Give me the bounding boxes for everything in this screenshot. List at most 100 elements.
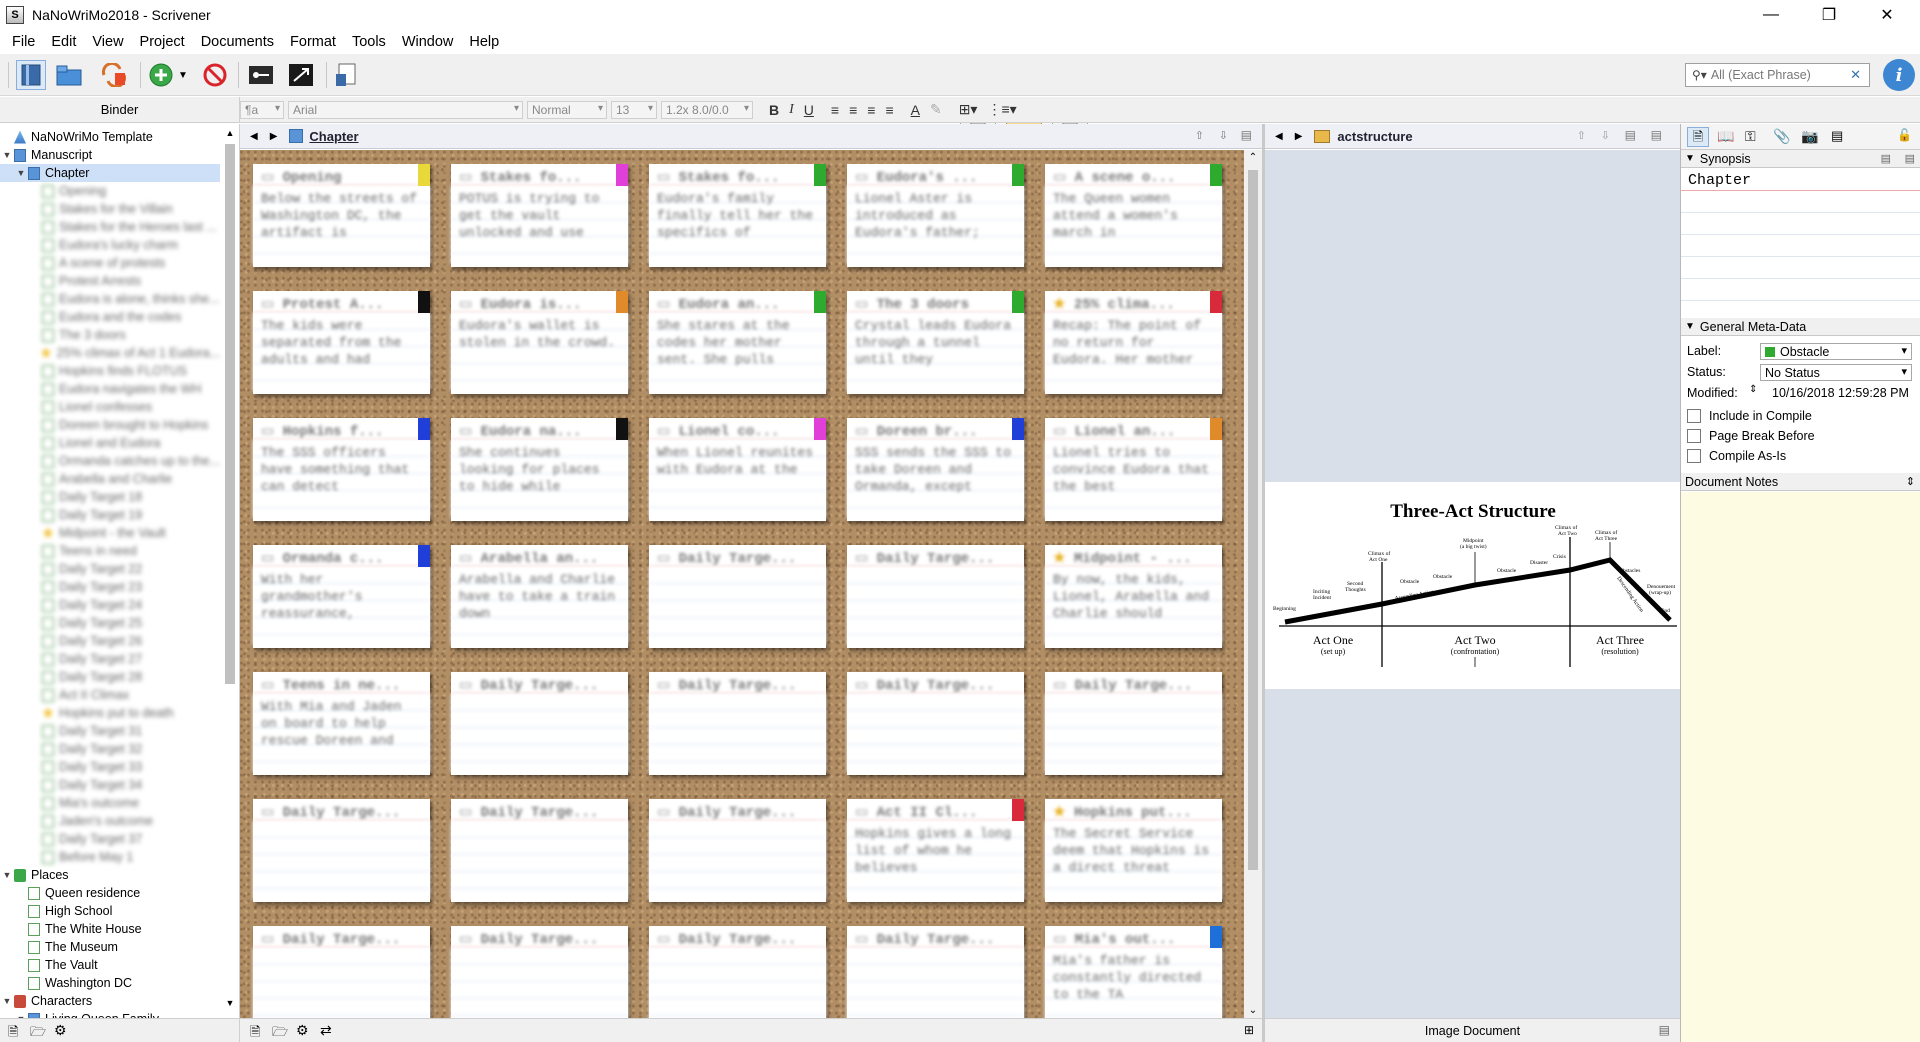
cork-scroll-up-icon[interactable]: ⌃	[1244, 152, 1262, 163]
index-card[interactable]: ▭ The 3 doors Crystal leads Eudora throug…	[847, 291, 1024, 394]
binder-item[interactable]: Hopkins put to death	[0, 704, 220, 722]
binder-item[interactable]: Teens in need	[0, 542, 220, 560]
editor2-close-icon[interactable]: ▤	[1651, 128, 1662, 142]
text-color-icon[interactable]: A	[911, 102, 920, 118]
line-spacing-select[interactable]: 1.2x 8.0/0.0	[661, 100, 753, 119]
expand-chevron-icon[interactable]: ▼	[14, 168, 28, 178]
binder-item[interactable]: Daily Target 23	[0, 578, 220, 596]
editor2-split-icon[interactable]: ▤	[1625, 128, 1636, 142]
compile-icon[interactable]	[331, 60, 361, 90]
index-card[interactable]: ▭ Hopkins f... The SSS officers have some…	[253, 418, 430, 521]
index-card[interactable]: ▭ Eudora is... Eudora's wallet is stolen …	[451, 291, 628, 394]
menu-window[interactable]: Window	[394, 34, 462, 50]
index-card[interactable]: ▭ Daily Targe...	[451, 672, 628, 775]
list-icon[interactable]: ⋮≡▾	[987, 101, 1016, 118]
font-weight-select[interactable]: Normal	[527, 100, 607, 119]
menu-format[interactable]: Format	[282, 34, 344, 50]
binder-item[interactable]: Arabella and Charlie	[0, 470, 220, 488]
corkboard-scrollbar[interactable]: ⌃ ⌄	[1244, 150, 1262, 1018]
index-card[interactable]: ▭ Daily Targe...	[253, 926, 430, 1018]
add-icon[interactable]	[146, 60, 176, 90]
include-in-compile-checkbox[interactable]	[1687, 409, 1701, 423]
binder-scroll-thumb[interactable]	[225, 144, 235, 684]
editor2-back-icon[interactable]: ◀	[1275, 131, 1283, 142]
page-break-checkbox[interactable]	[1687, 429, 1701, 443]
index-card[interactable]: ▭ Daily Targe...	[451, 926, 628, 1018]
synopsis-mode-icon[interactable]: ▤	[1881, 152, 1891, 165]
binder-item[interactable]: Daily Target 24	[0, 596, 220, 614]
index-card[interactable]: ★ Hopkins put... The Secret Service deem …	[1045, 799, 1222, 902]
search-icon[interactable]: ⚲▾	[1692, 68, 1707, 82]
cork-scroll-thumb[interactable]	[1248, 170, 1258, 870]
synopsis-textarea[interactable]: Chapter	[1681, 169, 1920, 309]
corkboard-grid-icon[interactable]: ⊞	[1244, 1023, 1254, 1037]
notes-tab-icon[interactable]: 🗎	[1687, 127, 1709, 147]
compile-as-is-checkbox[interactable]	[1687, 449, 1701, 463]
binder-item[interactable]: High School	[0, 902, 220, 920]
index-card[interactable]: ▭ Protest A... The kids were separated fr…	[253, 291, 430, 394]
minimize-icon[interactable]: —	[1748, 0, 1794, 29]
binder-item[interactable]: Daily Target 18	[0, 488, 220, 506]
binder-item[interactable]: 25% climax of Act 1 Eudora...	[0, 344, 220, 362]
nav-up-icon[interactable]: ⇧	[1195, 129, 1204, 142]
split-editor-icon[interactable]: ▤	[1241, 128, 1252, 142]
modified-toggle-icon[interactable]: ⇕	[1749, 384, 1757, 395]
binder-item[interactable]: Stakes for the Heroes last ...	[0, 218, 220, 236]
add-card-folder-icon[interactable]: 🗁	[272, 1023, 288, 1042]
paragraph-style-select[interactable]: ¶a	[240, 100, 284, 119]
add-dropdown-chevron-icon[interactable]: ▼	[176, 60, 190, 90]
menu-documents[interactable]: Documents	[193, 34, 282, 50]
align-right-icon[interactable]: ≡	[867, 102, 875, 118]
expand-chevron-icon[interactable]: ▼	[0, 150, 14, 160]
highlight-icon[interactable]: ✎	[930, 101, 942, 118]
index-card[interactable]: ▭ Lionel an... Lionel tries to convince E…	[1045, 418, 1222, 521]
corkboard-arrange-icon[interactable]: ⇄	[320, 1022, 332, 1039]
binder-toggle-icon[interactable]	[16, 60, 46, 90]
search-input[interactable]: ⚲▾ All (Exact Phrase) ✕	[1685, 63, 1870, 87]
align-center-icon[interactable]: ≡	[849, 102, 857, 118]
binder-item[interactable]: The White House	[0, 920, 220, 938]
binder-item[interactable]: Eudora navigates the WH	[0, 380, 220, 398]
meta-collapse-icon[interactable]: ▼	[1685, 321, 1695, 332]
index-card[interactable]: ▭ Stakes fo... POTUS is trying to get the…	[451, 164, 628, 267]
index-card[interactable]: ▭ Stakes fo... Eudora's family finally te…	[649, 164, 826, 267]
binder-item[interactable]: Eudora and the codes	[0, 308, 220, 326]
binder-item[interactable]: Daily Target 26	[0, 632, 220, 650]
index-card[interactable]: ▭ Mia's out... Mia's father is constantly…	[1045, 926, 1222, 1018]
meta-header[interactable]: ▼ General Meta-Data	[1681, 318, 1920, 336]
binder-item[interactable]: ▼ Characters	[0, 992, 220, 1010]
binder-scrollbar[interactable]: ▲ ▼	[223, 128, 237, 1008]
binder-item[interactable]: Lionel confesses	[0, 398, 220, 416]
align-left-icon[interactable]: ≡	[831, 102, 839, 118]
font-size-select[interactable]: 13	[611, 100, 657, 119]
scroll-down-icon[interactable]: ▼	[223, 998, 237, 1008]
binder-item[interactable]: The Vault	[0, 956, 220, 974]
index-card[interactable]: ▭ Eudora an... She stares at the codes he…	[649, 291, 826, 394]
index-card[interactable]: ▭ Doreen br... SSS sends the SSS to take …	[847, 418, 1024, 521]
index-card[interactable]: ▭ Daily Targe...	[649, 545, 826, 648]
binder-item[interactable]: Daily Target 37	[0, 830, 220, 848]
binder-item[interactable]: Daily Target 19	[0, 506, 220, 524]
label-dropdown[interactable]: Obstacle	[1760, 343, 1912, 360]
menu-tools[interactable]: Tools	[344, 34, 394, 50]
binder-item[interactable]: A scene of protests	[0, 254, 220, 272]
clear-search-icon[interactable]: ✕	[1850, 67, 1861, 83]
binder-item[interactable]: ▼ Manuscript	[0, 146, 220, 164]
expand-chevron-icon[interactable]: ▼	[0, 870, 14, 880]
trash-delete-icon[interactable]	[200, 60, 230, 90]
binder-item[interactable]: Doreen brought to Hopkins	[0, 416, 220, 434]
binder-item[interactable]: Daily Target 22	[0, 560, 220, 578]
lock-icon[interactable]: 🔓	[1897, 128, 1912, 142]
close-icon[interactable]: ✕	[1864, 0, 1910, 29]
index-card[interactable]: ▭ Teens in ne... With Mia and Jaden on bo…	[253, 672, 430, 775]
scroll-up-icon[interactable]: ▲	[223, 128, 237, 138]
index-card[interactable]: ▭ Lionel co... When Lionel reunites with …	[649, 418, 826, 521]
binder-item[interactable]: ▼ Places	[0, 866, 220, 884]
scrivener-app-icon[interactable]: S	[6, 5, 24, 24]
binder-item[interactable]: Mia's outcome	[0, 794, 220, 812]
index-card[interactable]: ▭ Opening Below the streets of Washington…	[253, 164, 430, 267]
binder-item[interactable]: Hopkins finds FLOTUS	[0, 362, 220, 380]
index-card[interactable]: ▭ Daily Targe...	[649, 672, 826, 775]
cork-scroll-down-icon[interactable]: ⌄	[1244, 1005, 1262, 1016]
add-folder-icon[interactable]: 🗁	[30, 1023, 46, 1042]
